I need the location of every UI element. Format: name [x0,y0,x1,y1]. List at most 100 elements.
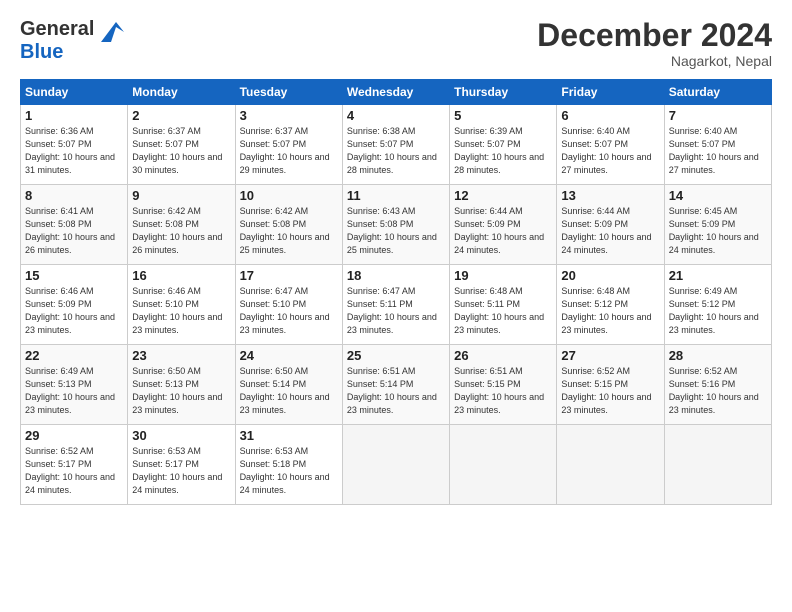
table-cell: 15 Sunrise: 6:46 AMSunset: 5:09 PMDayligh… [21,265,128,345]
col-sunday: Sunday [21,80,128,105]
day-info: Sunrise: 6:51 AMSunset: 5:15 PMDaylight:… [454,366,544,415]
day-info: Sunrise: 6:42 AMSunset: 5:08 PMDaylight:… [132,206,222,255]
day-number: 18 [347,268,445,283]
day-info: Sunrise: 6:42 AMSunset: 5:08 PMDaylight:… [240,206,330,255]
logo-blue: Blue [20,41,63,63]
table-cell: 1Sunrise: 6:36 AMSunset: 5:07 PMDaylight… [21,105,128,185]
col-tuesday: Tuesday [235,80,342,105]
table-cell: 25 Sunrise: 6:51 AMSunset: 5:14 PMDayligh… [342,345,449,425]
col-wednesday: Wednesday [342,80,449,105]
table-cell: 14 Sunrise: 6:45 AMSunset: 5:09 PMDayligh… [664,185,771,265]
table-cell: 21Sunrise: 6:49 AMSunset: 5:12 PMDayligh… [664,265,771,345]
table-cell: 10Sunrise: 6:42 AMSunset: 5:08 PMDayligh… [235,185,342,265]
table-cell [557,425,664,505]
calendar-header-row: Sunday Monday Tuesday Wednesday Thursday… [21,80,772,105]
day-info: Sunrise: 6:44 AMSunset: 5:09 PMDaylight:… [561,206,651,255]
day-number: 13 [561,188,659,203]
calendar-page: General Blue December 2024 Nagarkot, Nep… [0,0,792,612]
day-info: Sunrise: 6:46 AMSunset: 5:09 PMDaylight:… [25,286,115,335]
table-cell: 13 Sunrise: 6:44 AMSunset: 5:09 PMDayligh… [557,185,664,265]
day-info: Sunrise: 6:46 AMSunset: 5:10 PMDaylight:… [132,286,222,335]
day-number: 9 [132,188,230,203]
day-info: Sunrise: 6:48 AMSunset: 5:11 PMDaylight:… [454,286,544,335]
logo-icon [96,17,126,47]
day-info: Sunrise: 6:38 AMSunset: 5:07 PMDaylight:… [347,126,437,175]
day-number: 21 [669,268,767,283]
day-info: Sunrise: 6:53 AMSunset: 5:17 PMDaylight:… [132,446,222,495]
table-cell: 20Sunrise: 6:48 AMSunset: 5:12 PMDayligh… [557,265,664,345]
day-number: 6 [561,108,659,123]
table-cell: 29Sunrise: 6:52 AMSunset: 5:17 PMDayligh… [21,425,128,505]
day-info: Sunrise: 6:44 AMSunset: 5:09 PMDaylight:… [454,206,544,255]
logo-general: General [20,18,94,40]
table-cell: 23Sunrise: 6:50 AMSunset: 5:13 PMDayligh… [128,345,235,425]
table-cell: 30 Sunrise: 6:53 AMSunset: 5:17 PMDayligh… [128,425,235,505]
day-info: Sunrise: 6:37 AMSunset: 5:07 PMDaylight:… [240,126,330,175]
table-cell: 24 Sunrise: 6:50 AMSunset: 5:14 PMDayligh… [235,345,342,425]
table-cell: 17Sunrise: 6:47 AMSunset: 5:10 PMDayligh… [235,265,342,345]
location: Nagarkot, Nepal [537,53,772,69]
day-info: Sunrise: 6:51 AMSunset: 5:14 PMDaylight:… [347,366,437,415]
day-number: 8 [25,188,123,203]
day-info: Sunrise: 6:43 AMSunset: 5:08 PMDaylight:… [347,206,437,255]
day-number: 28 [669,348,767,363]
calendar-table: Sunday Monday Tuesday Wednesday Thursday… [20,79,772,505]
day-info: Sunrise: 6:53 AMSunset: 5:18 PMDaylight:… [240,446,330,495]
day-info: Sunrise: 6:50 AMSunset: 5:14 PMDaylight:… [240,366,330,415]
col-monday: Monday [128,80,235,105]
day-number: 27 [561,348,659,363]
day-info: Sunrise: 6:41 AMSunset: 5:08 PMDaylight:… [25,206,115,255]
day-number: 3 [240,108,338,123]
day-info: Sunrise: 6:37 AMSunset: 5:07 PMDaylight:… [132,126,222,175]
col-saturday: Saturday [664,80,771,105]
day-number: 30 [132,428,230,443]
table-cell [664,425,771,505]
table-cell: 8 Sunrise: 6:41 AMSunset: 5:08 PMDaylight… [21,185,128,265]
table-cell: 2 Sunrise: 6:37 AMSunset: 5:07 PMDaylight… [128,105,235,185]
day-number: 2 [132,108,230,123]
day-number: 12 [454,188,552,203]
day-info: Sunrise: 6:48 AMSunset: 5:12 PMDaylight:… [561,286,651,335]
day-number: 14 [669,188,767,203]
day-number: 22 [25,348,123,363]
day-info: Sunrise: 6:50 AMSunset: 5:13 PMDaylight:… [132,366,222,415]
table-cell: 31 Sunrise: 6:53 AMSunset: 5:18 PMDayligh… [235,425,342,505]
day-info: Sunrise: 6:45 AMSunset: 5:09 PMDaylight:… [669,206,759,255]
day-number: 15 [25,268,123,283]
table-cell [342,425,449,505]
day-info: Sunrise: 6:39 AMSunset: 5:07 PMDaylight:… [454,126,544,175]
day-info: Sunrise: 6:49 AMSunset: 5:13 PMDaylight:… [25,366,115,415]
table-cell [450,425,557,505]
day-info: Sunrise: 6:40 AMSunset: 5:07 PMDaylight:… [669,126,759,175]
month-title: December 2024 [537,18,772,53]
table-cell: 12 Sunrise: 6:44 AMSunset: 5:09 PMDayligh… [450,185,557,265]
day-number: 31 [240,428,338,443]
table-cell: 5Sunrise: 6:39 AMSunset: 5:07 PMDaylight… [450,105,557,185]
day-info: Sunrise: 6:36 AMSunset: 5:07 PMDaylight:… [25,126,115,175]
table-cell: 16 Sunrise: 6:46 AMSunset: 5:10 PMDayligh… [128,265,235,345]
day-number: 16 [132,268,230,283]
table-cell: 27 Sunrise: 6:52 AMSunset: 5:15 PMDayligh… [557,345,664,425]
day-info: Sunrise: 6:52 AMSunset: 5:16 PMDaylight:… [669,366,759,415]
day-info: Sunrise: 6:47 AMSunset: 5:11 PMDaylight:… [347,286,437,335]
day-info: Sunrise: 6:40 AMSunset: 5:07 PMDaylight:… [561,126,651,175]
day-number: 4 [347,108,445,123]
day-info: Sunrise: 6:52 AMSunset: 5:15 PMDaylight:… [561,366,651,415]
table-cell: 26 Sunrise: 6:51 AMSunset: 5:15 PMDayligh… [450,345,557,425]
day-number: 24 [240,348,338,363]
logo-text: General Blue [20,18,94,64]
day-number: 26 [454,348,552,363]
header: General Blue December 2024 Nagarkot, Nep… [20,18,772,69]
day-number: 19 [454,268,552,283]
day-info: Sunrise: 6:52 AMSunset: 5:17 PMDaylight:… [25,446,115,495]
table-cell: 19 Sunrise: 6:48 AMSunset: 5:11 PMDayligh… [450,265,557,345]
day-number: 25 [347,348,445,363]
table-cell: 9 Sunrise: 6:42 AMSunset: 5:08 PMDaylight… [128,185,235,265]
table-cell: 3 Sunrise: 6:37 AMSunset: 5:07 PMDaylight… [235,105,342,185]
table-cell: 7 Sunrise: 6:40 AMSunset: 5:07 PMDaylight… [664,105,771,185]
col-friday: Friday [557,80,664,105]
day-number: 17 [240,268,338,283]
table-cell: 6 Sunrise: 6:40 AMSunset: 5:07 PMDaylight… [557,105,664,185]
table-cell: 22 Sunrise: 6:49 AMSunset: 5:13 PMDayligh… [21,345,128,425]
day-number: 7 [669,108,767,123]
